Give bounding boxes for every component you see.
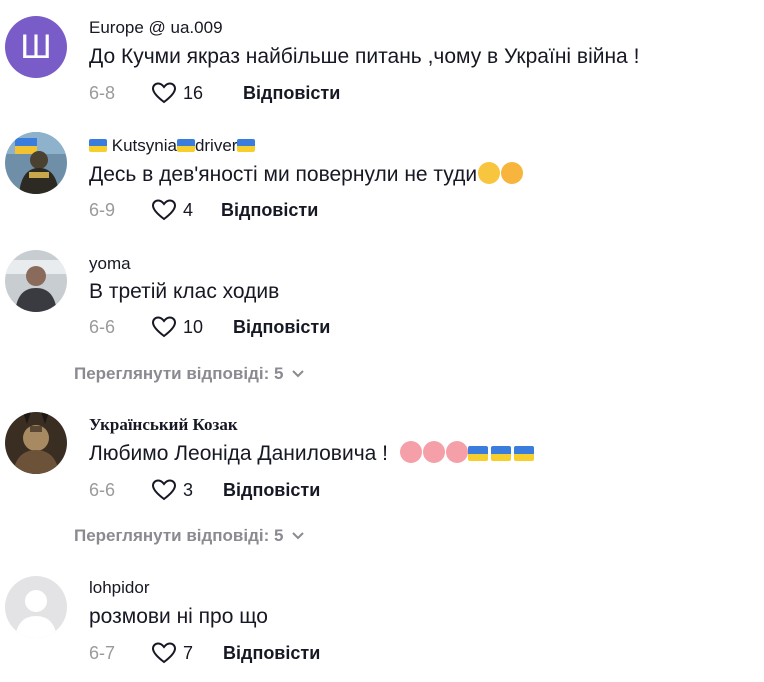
view-replies-button[interactable]: Переглянути відповіді: 5: [74, 526, 305, 546]
comment-meta: 6-7 7 Відповісти: [89, 638, 320, 668]
comment-date: 6-8: [89, 82, 116, 103]
smiling-hearts-emoji-icon: [422, 441, 445, 463]
comment-date: 6-7: [89, 642, 116, 663]
comment-text: Десь в дев'яності ми повернули не туди: [89, 162, 524, 187]
comment-text: До Кучми якраз найбільше питань ,чому в …: [89, 45, 640, 68]
comment-meta: 6-6 3 Відповісти: [89, 475, 320, 505]
ukraine-flag-icon: [237, 139, 256, 152]
like-button[interactable]: 4: [151, 198, 193, 222]
comment-text: розмови ні про що: [89, 605, 268, 628]
chevron-down-icon: [292, 370, 305, 378]
ukraine-flag-icon: [513, 446, 534, 461]
like-count: 4: [183, 199, 194, 220]
like-button[interactable]: 7: [151, 641, 193, 665]
like-button[interactable]: 3: [151, 478, 193, 502]
comment-date: 6-6: [89, 479, 116, 500]
comment-meta: 6-6 10 Відповісти: [89, 312, 330, 342]
ukraine-flag-icon: [176, 139, 195, 152]
like-count: 3: [183, 479, 194, 500]
comment-meta: 6-8 16 Відповісти: [89, 78, 340, 108]
heart-icon: [151, 479, 177, 501]
heart-icon: [151, 82, 177, 104]
comment-username[interactable]: lohpidor: [89, 578, 150, 598]
avatar[interactable]: [5, 250, 67, 312]
heart-icon: [151, 642, 177, 664]
comment-username[interactable]: Український Козак: [89, 415, 238, 435]
avatar[interactable]: [5, 576, 67, 638]
smiling-hearts-emoji-icon: [399, 441, 422, 463]
avatar[interactable]: [5, 412, 67, 474]
smiling-hearts-emoji-icon: [445, 441, 468, 463]
comment-date: 6-6: [89, 316, 116, 337]
reply-button[interactable]: Відповісти: [243, 83, 340, 104]
view-replies-button[interactable]: Переглянути відповіді: 5: [74, 364, 305, 384]
heart-icon: [151, 199, 177, 221]
reply-button[interactable]: Відповісти: [221, 200, 318, 221]
comment-username[interactable]: уoma: [89, 254, 131, 274]
comment-date: 6-9: [89, 199, 116, 220]
heart-icon: [151, 316, 177, 338]
like-count: 7: [183, 642, 194, 663]
ukraine-flag-icon: [490, 446, 511, 461]
comment-username[interactable]: Kutsynia driver: [89, 136, 256, 156]
like-button[interactable]: 16: [151, 81, 203, 105]
comment-text: В третій клас ходив: [89, 280, 280, 303]
avatar[interactable]: Ш: [5, 16, 67, 78]
comment-username[interactable]: Europe @ ua.009: [89, 18, 223, 38]
reply-button[interactable]: Відповісти: [223, 480, 320, 501]
chevron-down-icon: [292, 532, 305, 540]
like-count: 16: [183, 82, 204, 103]
like-button[interactable]: 10: [151, 315, 203, 339]
reply-button[interactable]: Відповісти: [223, 643, 320, 664]
reply-button[interactable]: Відповісти: [233, 317, 330, 338]
ukraine-flag-icon: [467, 446, 488, 461]
pensive-emoji-icon: [478, 162, 501, 184]
comment-meta: 6-9 4 Відповісти: [89, 195, 318, 225]
ukraine-flag-icon: [89, 139, 107, 152]
avatar[interactable]: [5, 132, 67, 194]
like-count: 10: [183, 316, 204, 337]
comment-text: Любимо Леоніда Даниловича !: [89, 441, 534, 466]
blushing-emoji-icon: [501, 162, 524, 184]
